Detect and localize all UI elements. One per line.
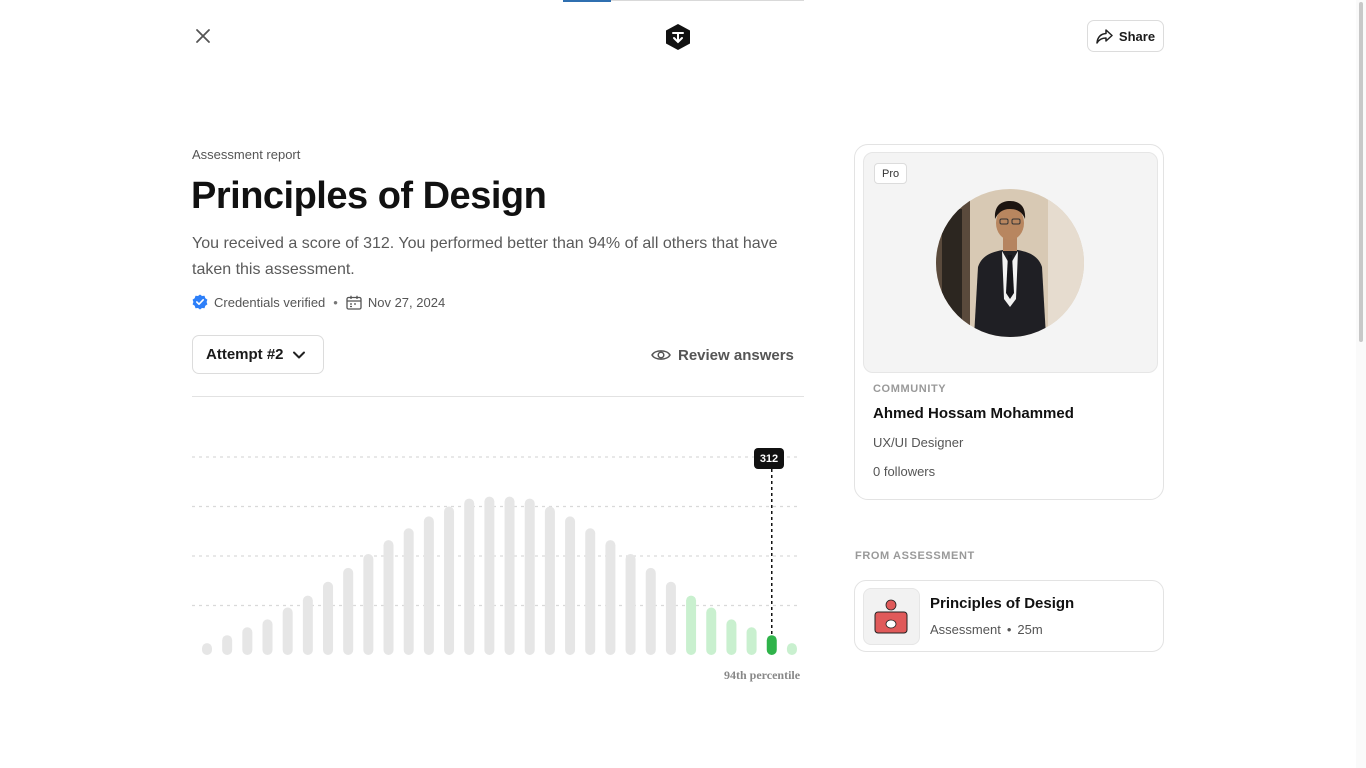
- chart-bar: [585, 528, 596, 655]
- chart-bar: [403, 528, 414, 655]
- chart-bar: [706, 607, 717, 655]
- assessment-meta-separator: •: [1006, 622, 1012, 637]
- chart-bar: [222, 635, 233, 655]
- meta-row: Credentials verified • Nov 27, 2024: [192, 292, 445, 312]
- chart-bar: [625, 554, 636, 655]
- chart-bar: [302, 595, 313, 655]
- chart-bar: [544, 506, 555, 655]
- chart-bar: [464, 498, 475, 655]
- assessment-illustration-icon: [874, 599, 908, 634]
- avatar[interactable]: [936, 189, 1084, 337]
- share-label: Share: [1118, 28, 1156, 44]
- chart-bar: [504, 496, 515, 655]
- credentials-text: Credentials verified: [214, 294, 326, 310]
- score-summary: You received a score of 312. You perform…: [192, 235, 778, 278]
- chart-bar: [363, 554, 374, 655]
- share-button[interactable]: Share: [1087, 20, 1164, 52]
- chart-bar: [686, 595, 697, 655]
- chart-bar-current: [766, 635, 777, 655]
- profile-role: UX/UI Designer: [873, 435, 964, 450]
- assessment-type: Assessment: [930, 622, 1001, 637]
- page-scrollbar[interactable]: [1356, 0, 1366, 768]
- percentile-label: 94th percentile: [724, 668, 801, 682]
- top-progress-track: [563, 0, 804, 2]
- close-icon: [196, 29, 210, 43]
- assessment-report-page: Share Assessment report Principles of De…: [0, 0, 1366, 768]
- chart-bar: [202, 643, 212, 655]
- assessment-meta: Assessment • 25m: [930, 622, 1043, 637]
- profile-photo-area: Pro: [863, 152, 1158, 373]
- chart-bar: [524, 498, 535, 655]
- assessment-thumbnail: [863, 588, 920, 645]
- from-assessment-label: FROM ASSESSMENT: [855, 550, 975, 562]
- profile-card[interactable]: Pro COMMUNITY Ahmed Hossam Mohammed UX/U…: [854, 144, 1164, 500]
- cube-logo-icon[interactable]: [665, 23, 691, 51]
- chart-bar: [484, 496, 495, 655]
- chart-bar: [746, 627, 757, 655]
- chart-bar: [423, 516, 434, 655]
- attempt-label: Attempt #2: [206, 346, 284, 363]
- chart-bar: [323, 581, 334, 655]
- share-icon: [1096, 28, 1113, 44]
- meta-separator: •: [333, 294, 338, 310]
- top-progress-fill: [563, 0, 612, 2]
- chart-bar: [282, 607, 293, 655]
- score-distribution-chart: [192, 456, 800, 655]
- review-answers-button[interactable]: Review answers: [651, 343, 794, 367]
- chart-bar: [242, 627, 253, 655]
- attempt-dropdown[interactable]: Attempt #2: [192, 335, 324, 374]
- section-divider: [192, 396, 804, 397]
- chevron-down-icon: [292, 351, 305, 358]
- chart-bar: [444, 506, 455, 655]
- profile-followers: 0 followers: [873, 464, 936, 479]
- report-eyebrow: Assessment report: [192, 147, 301, 162]
- eye-icon: [651, 350, 671, 360]
- chart-bar: [726, 619, 737, 655]
- calendar-icon: [346, 295, 362, 310]
- verified-badge-icon: [192, 294, 208, 310]
- assessment-duration: 25m: [1017, 622, 1043, 637]
- chart-bar: [343, 567, 354, 655]
- score-badge: 312: [754, 448, 784, 469]
- page-title: Principles of Design: [191, 175, 547, 217]
- scrollbar-thumb[interactable]: [1359, 2, 1363, 342]
- chart-bar: [605, 540, 616, 655]
- chart-bar: [665, 581, 676, 655]
- community-label: COMMUNITY: [873, 383, 947, 395]
- assessment-card[interactable]: Principles of Design Assessment • 25m: [854, 580, 1164, 652]
- chart-bar: [786, 643, 797, 655]
- chart-bar: [262, 619, 273, 655]
- assessment-title: Principles of Design: [930, 595, 1075, 612]
- review-answers-label: Review answers: [678, 346, 794, 364]
- profile-name[interactable]: Ahmed Hossam Mohammed: [873, 405, 1074, 422]
- assessment-date: Nov 27, 2024: [367, 294, 446, 310]
- chart-bar: [383, 540, 394, 655]
- pro-badge: Pro: [874, 163, 908, 184]
- close-button[interactable]: [190, 23, 216, 49]
- chart-bar: [565, 516, 576, 655]
- chart-bar: [645, 567, 656, 655]
